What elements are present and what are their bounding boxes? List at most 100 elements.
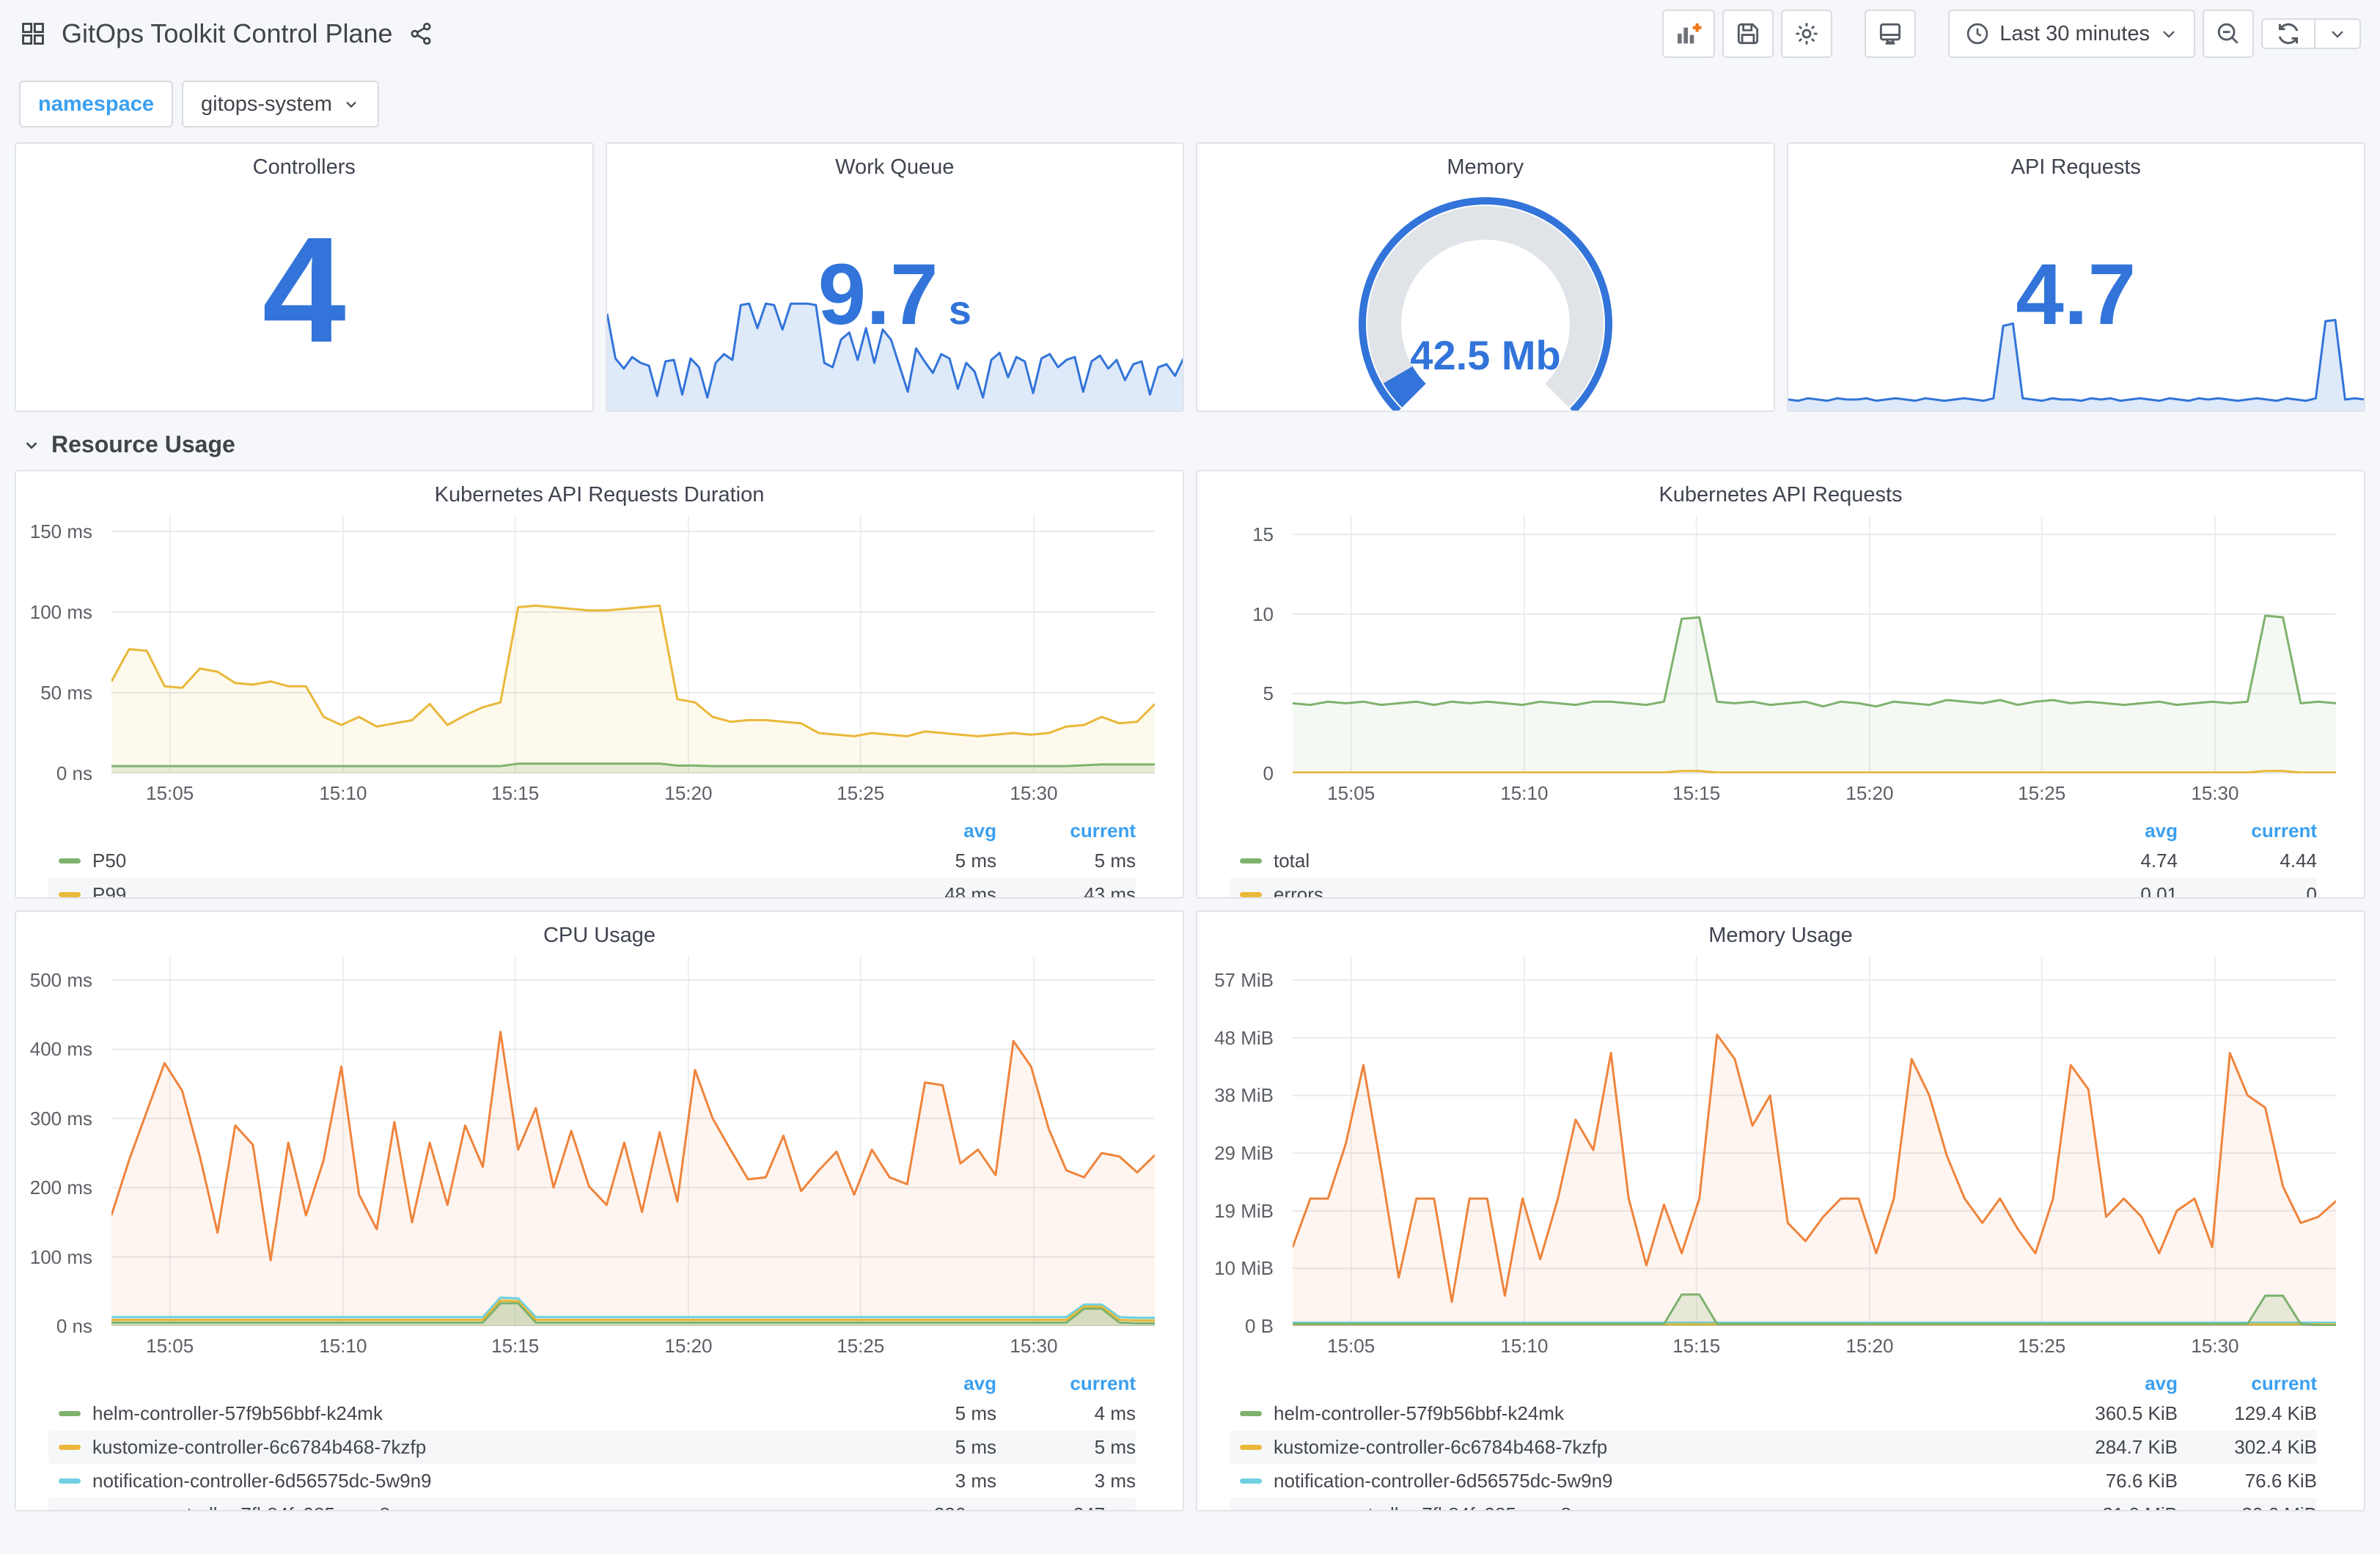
timeseries-plot[interactable] [1293, 515, 2336, 773]
x-axis-label: 15:15 [491, 1335, 540, 1357]
legend-current-value: 76.6 KiB [2244, 1469, 2317, 1492]
panel-title[interactable]: Memory [1197, 144, 1774, 185]
legend-series-name[interactable]: notification-controller-6d56575dc-5w9n9 [1230, 1470, 2031, 1492]
legend-row: P99 48 ms 43 ms [48, 877, 1136, 897]
x-axis-label: 15:10 [319, 1335, 367, 1357]
x-axis-label: 15:25 [2018, 1335, 2066, 1357]
legend-series-name[interactable]: source-controller-7fb84fc985-zvsz8 [1230, 1503, 2031, 1511]
save-dashboard-button[interactable] [1722, 10, 1774, 58]
x-axis-label: 15:30 [1010, 782, 1058, 804]
legend-sort-current[interactable]: current [996, 1372, 1136, 1395]
timeseries-plot[interactable] [111, 515, 1155, 773]
stats-row: Controllers 4 Work Queue 9.7 s Memory 42… [15, 142, 2365, 412]
legend-current-value: 0 [2306, 883, 2317, 899]
x-axis-label: 15:15 [491, 782, 540, 804]
legend-sort-current[interactable]: current [2178, 820, 2317, 842]
row-resource-usage[interactable]: Resource Usage [22, 431, 2361, 458]
x-axis-label: 15:20 [1845, 782, 1894, 804]
panel-title[interactable]: Memory Usage [1197, 912, 2364, 953]
legend-series-name[interactable]: P99 [48, 883, 850, 897]
panel-title[interactable]: Kubernetes API Requests [1197, 471, 2364, 512]
legend-avg-value: 3 ms [955, 1469, 996, 1492]
legend-series-name[interactable]: errors [1230, 883, 2031, 897]
dashboard-variables: namespace gitops-system [0, 67, 2380, 142]
legend-series-name[interactable]: helm-controller-57f9b56bbf-k24mk [1230, 1402, 2031, 1425]
x-axis: 15:05 15:10 15:15 15:20 15:25 15:30 [1293, 778, 2336, 811]
variable-value-dropdown[interactable]: gitops-system [182, 81, 379, 128]
dashboard-settings-button[interactable] [1781, 10, 1833, 58]
x-axis: 15:05 15:10 15:15 15:20 15:25 15:30 [111, 1330, 1155, 1364]
legend-avg-value: 0.01 [2140, 883, 2178, 899]
timeseries-chart[interactable] [1293, 515, 2336, 773]
legend-series-name[interactable]: P50 [48, 850, 850, 872]
legend-series-name[interactable]: kustomize-controller-6c6784b468-7kzfp [1230, 1436, 2031, 1459]
add-panel-button[interactable] [1662, 10, 1716, 58]
refresh-interval-dropdown[interactable] [2314, 20, 2359, 48]
timeseries-chart[interactable] [111, 956, 1155, 1326]
panel-title[interactable]: Kubernetes API Requests Duration [16, 471, 1183, 512]
y-axis-label: 5 [1263, 682, 1274, 705]
legend-sort-avg[interactable]: avg [2031, 820, 2178, 842]
legend: avg current total 4.74 4.44 errors 0.01 0 [1230, 817, 2317, 899]
section-title: Resource Usage [51, 431, 235, 457]
api-requests-value: 4.7 [2016, 246, 2137, 343]
time-range-label: Last 30 minutes [1999, 21, 2150, 45]
panel-memory-usage: Memory Usage 0 B 10 MiB 19 MiB 29 MiB 38 MiB… [1196, 910, 2365, 1511]
legend-current-value: 5 ms [1094, 1435, 1136, 1458]
save-icon [1734, 20, 1762, 48]
refresh-button[interactable] [2263, 20, 2314, 48]
gauge-chart: 42.5 Mb [1358, 196, 1612, 410]
legend-row: total 4.74 4.44 [1230, 844, 2317, 877]
legend-series-name[interactable]: helm-controller-57f9b56bbf-k24mk [48, 1402, 850, 1425]
zoom-out-button[interactable] [2203, 10, 2254, 58]
legend-avg-value: 5 ms [955, 849, 996, 872]
y-axis-label: 200 ms [29, 1176, 92, 1199]
legend-series-name[interactable]: kustomize-controller-6c6784b468-7kzfp [48, 1436, 850, 1459]
legend-avg-value: 5 ms [955, 1435, 996, 1458]
legend: avg current helm-controller-57f9b56bbf-k24… [1230, 1370, 2317, 1511]
dashboard-grid-icon [19, 20, 47, 48]
legend-sort-avg[interactable]: avg [850, 1372, 996, 1395]
panel-cpu-usage: CPU Usage 0 ns 100 ms 200 ms 300 ms 400 ms 50… [15, 910, 1184, 1511]
legend-sort-avg[interactable]: avg [850, 820, 996, 842]
time-range-picker[interactable]: Last 30 minutes [1948, 10, 2195, 58]
legend-series-name[interactable]: total [1230, 850, 2031, 872]
series-color-swatch [59, 1444, 81, 1450]
refresh-icon [2274, 20, 2302, 48]
panel-work-queue: Work Queue 9.7 s [605, 142, 1184, 412]
legend-sort-current[interactable]: current [2178, 1372, 2317, 1395]
share-icon[interactable] [408, 21, 434, 47]
x-axis-label: 15:10 [319, 782, 367, 804]
dashboard-title: GitOps Toolkit Control Plane [62, 18, 393, 48]
panel-title[interactable]: CPU Usage [16, 912, 1183, 953]
legend-current-value: 3 ms [1094, 1469, 1136, 1492]
cycle-view-mode-button[interactable] [1865, 10, 1917, 58]
x-axis-label: 15:25 [837, 782, 885, 804]
y-axis-label: 10 MiB [1214, 1257, 1274, 1280]
legend-sort-avg[interactable]: avg [2031, 1372, 2178, 1395]
x-axis-label: 15:20 [664, 1335, 713, 1357]
timeseries-plot[interactable] [1293, 956, 2336, 1326]
work-queue-unit: s [948, 287, 972, 333]
legend-row: notification-controller-6d56575dc-5w9n9 7… [1230, 1464, 2317, 1498]
y-axis-label: 0 ns [56, 762, 92, 784]
y-axis-label: 150 ms [29, 520, 92, 542]
timeseries-chart[interactable] [1293, 956, 2336, 1326]
legend-avg-value: 5 ms [955, 1402, 996, 1424]
legend-row: P50 5 ms 5 ms [48, 844, 1136, 877]
x-axis-label: 15:20 [664, 782, 713, 804]
timeseries-chart[interactable] [111, 515, 1155, 773]
x-axis-label: 15:15 [1672, 1335, 1721, 1357]
x-axis-label: 15:20 [1845, 1335, 1894, 1357]
legend-row: source-controller-7fb84fc985-zvsz821.0 M… [1230, 1498, 2317, 1511]
x-axis-label: 15:10 [1500, 782, 1549, 804]
y-axis-label: 0 ns [56, 1315, 92, 1337]
legend: avg current P50 5 ms 5 ms P99 48 ms 43 ms [48, 817, 1136, 897]
y-axis-label: 0 [1263, 762, 1274, 784]
legend-sort-current[interactable]: current [996, 820, 1136, 842]
timeseries-plot[interactable] [111, 956, 1155, 1326]
series-color-swatch [59, 1478, 81, 1484]
chevron-down-icon [2159, 23, 2179, 44]
legend-series-name[interactable]: source-controller-7fb84fc985-zvsz8 [48, 1503, 850, 1511]
legend-series-name[interactable]: notification-controller-6d56575dc-5w9n9 [48, 1470, 850, 1492]
